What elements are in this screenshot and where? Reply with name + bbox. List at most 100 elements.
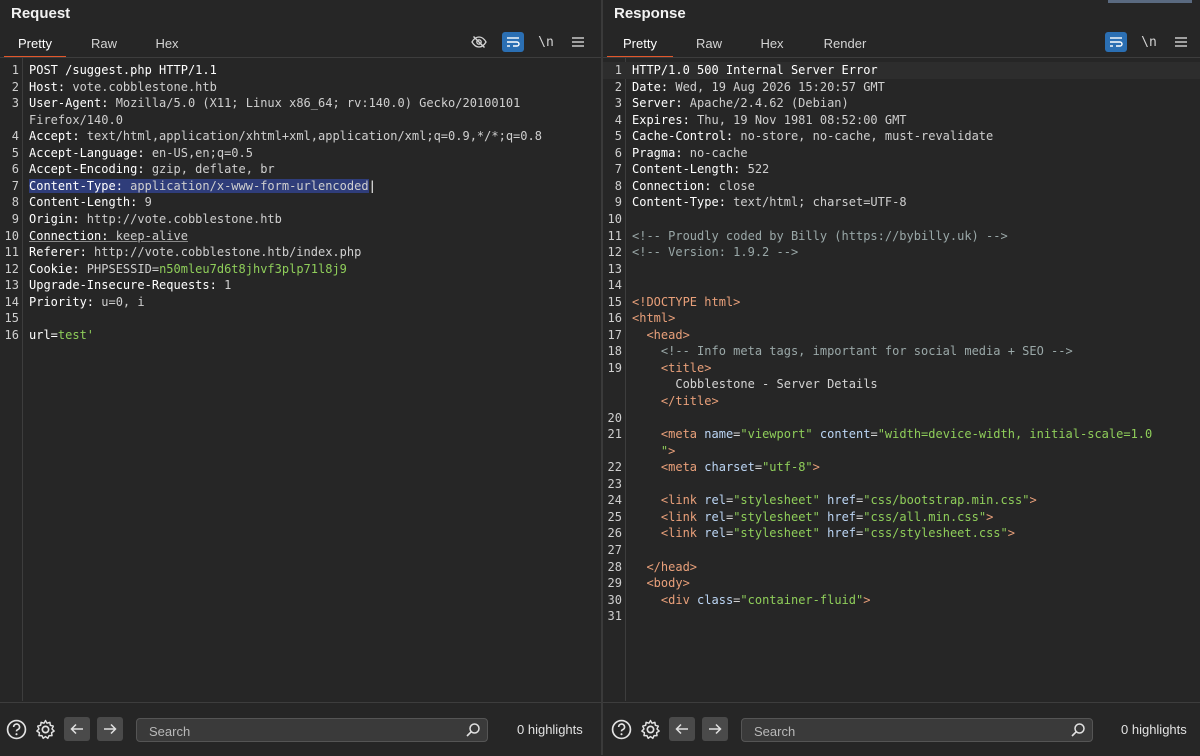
line-code: Cache-Control: no-store, no-cache, must-… <box>632 129 994 144</box>
code-line: 24 <link rel="stylesheet" href="css/boot… <box>603 492 1200 509</box>
back-button[interactable] <box>669 717 695 741</box>
line-code: <div class="container-fluid"> <box>660 592 871 607</box>
line-code: <!-- Version: 1.9.2 --> <box>632 245 799 260</box>
line-code: Cobblestone - Server Details <box>632 377 878 392</box>
wrap-icon[interactable] <box>1105 32 1127 52</box>
line-number: 6 <box>614 145 622 160</box>
line-number: 16 <box>4 327 19 342</box>
search-input[interactable] <box>752 719 1056 743</box>
code-line: 12 <!-- Version: 1.9.2 --> <box>603 244 1200 261</box>
forward-button[interactable] <box>97 717 123 741</box>
line-code: POST /suggest.php HTTP/1.1 <box>29 63 217 77</box>
line-code: </head> <box>646 559 698 574</box>
gear-icon[interactable] <box>639 718 661 740</box>
line-number: 12 <box>607 245 622 260</box>
line-number: 2 <box>614 79 622 94</box>
line-code: <!-- Info meta tags, important for socia… <box>660 344 1073 359</box>
search-icon[interactable] <box>465 722 481 738</box>
code-line: 10 <box>603 211 1200 228</box>
line-code: <body> <box>646 576 690 591</box>
line-number: 8 <box>614 178 622 193</box>
code-line: 1 HTTP/1.0 500 Internal Server Error <box>603 62 1200 79</box>
line-number: 15 <box>607 294 622 309</box>
code-line: 4 Expires: Thu, 19 Nov 1981 08:52:00 GMT <box>603 112 1200 129</box>
tab-raw[interactable]: Raw <box>679 31 739 56</box>
tab-render[interactable]: Render <box>811 31 879 56</box>
newline-icon[interactable]: \n <box>1138 32 1160 52</box>
code-line: 27 <box>603 542 1200 559</box>
help-icon[interactable] <box>610 718 632 740</box>
search-box <box>741 718 1093 743</box>
search-icon[interactable] <box>1070 722 1086 738</box>
forward-button[interactable] <box>702 717 728 741</box>
tab-raw[interactable]: Raw <box>74 31 134 56</box>
code-line: 10 Connection: keep-alive <box>0 228 601 245</box>
code-line: Cobblestone - Server Details <box>603 376 1200 393</box>
request-editor[interactable]: 1 POST /suggest.php HTTP/1.1 2 Host: vote.c… <box>0 58 601 701</box>
menu-icon[interactable] <box>1170 32 1192 52</box>
line-number: 31 <box>607 609 622 624</box>
code-line: 16 <html> <box>603 310 1200 327</box>
text-cursor: | <box>368 178 376 193</box>
code-line: "> <box>603 443 1200 460</box>
line-number: 8 <box>11 195 19 210</box>
eye-slash-icon[interactable] <box>468 32 490 52</box>
line-code: <link rel="stylesheet" href="css/stylesh… <box>660 526 1015 541</box>
line-number: 5 <box>11 145 19 160</box>
line-code: Cookie: PHPSESSID=n50mleu7d6t8jhvf3plp71… <box>29 261 347 276</box>
code-line: 15 <!DOCTYPE html> <box>603 294 1200 311</box>
line-number: 5 <box>614 129 622 144</box>
code-line: 11 <!-- Proudly coded by Billy (https://b… <box>603 228 1200 245</box>
line-code: HTTP/1.0 500 Internal Server Error <box>632 63 878 77</box>
response-search-bar: 0 highlights <box>603 702 1200 756</box>
line-code: Referer: http://vote.cobblestone.htb/ind… <box>29 245 362 260</box>
line-number: 20 <box>607 410 622 425</box>
code-line: 14 <box>603 277 1200 294</box>
newline-icon[interactable]: \n <box>535 32 557 52</box>
help-icon[interactable] <box>5 718 27 740</box>
window-control-strip <box>1108 0 1192 3</box>
line-number: 25 <box>607 509 622 524</box>
menu-icon[interactable] <box>567 32 589 52</box>
code-line: 7 Content-Length: 522 <box>603 161 1200 178</box>
tab-hex[interactable]: Hex <box>743 31 801 56</box>
line-number: 14 <box>4 294 19 309</box>
line-number: 17 <box>607 327 622 342</box>
line-code: <link rel="stylesheet" href="css/bootstr… <box>660 493 1037 508</box>
line-code: Content-Type: text/html; charset=UTF-8 <box>632 195 907 210</box>
tab-pretty[interactable]: Pretty <box>607 31 673 58</box>
code-line: 31 <box>603 608 1200 625</box>
code-line: 1 POST /suggest.php HTTP/1.1 <box>0 62 601 79</box>
search-input[interactable] <box>147 719 451 743</box>
line-code: </title> <box>660 394 719 408</box>
line-code: Accept: text/html,application/xhtml+xml,… <box>29 129 542 144</box>
gear-icon[interactable] <box>34 718 56 740</box>
line-number: 26 <box>607 526 622 541</box>
line-number: 11 <box>607 228 622 243</box>
line-number: 27 <box>607 542 622 557</box>
code-line: 23 <box>603 476 1200 493</box>
code-line: 30 <div class="container-fluid"> <box>603 592 1200 609</box>
tab-pretty[interactable]: Pretty <box>4 31 66 58</box>
code-line: 14 Priority: u=0, i <box>0 294 601 311</box>
line-number: 9 <box>11 211 19 226</box>
line-code: Content-Type: application/x-www-form-url… <box>29 178 376 193</box>
code-line: 5 Accept-Language: en-US,en;q=0.5 <box>0 145 601 162</box>
wrap-icon[interactable] <box>502 32 524 52</box>
line-number: 21 <box>607 427 622 442</box>
line-code: Origin: http://vote.cobblestone.htb <box>29 211 282 226</box>
line-number: 10 <box>607 211 622 226</box>
response-editor[interactable]: 1 HTTP/1.0 500 Internal Server Error 2 Date… <box>603 58 1200 701</box>
line-code: "> <box>660 443 676 458</box>
code-line: 28 </head> <box>603 559 1200 576</box>
code-line: 7 Content-Type: application/x-www-form-ur… <box>0 178 601 195</box>
response-title: Response <box>614 5 686 22</box>
line-number: 1 <box>614 63 622 77</box>
back-button[interactable] <box>64 717 90 741</box>
line-code: Accept-Encoding: gzip, deflate, br <box>29 162 275 177</box>
line-code: User-Agent: Mozilla/5.0 (X11; Linux x86_… <box>29 96 521 111</box>
tab-hex[interactable]: Hex <box>138 31 196 56</box>
code-line: 13 <box>603 261 1200 278</box>
highlights-count: 0 highlights <box>517 722 583 737</box>
code-line: 3 Server: Apache/2.4.62 (Debian) <box>603 95 1200 112</box>
